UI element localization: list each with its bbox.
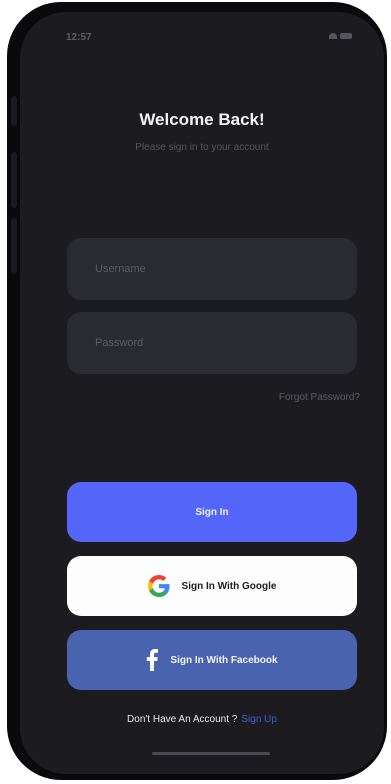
password-field[interactable] (67, 312, 357, 374)
status-icons (329, 33, 352, 39)
facebook-icon (146, 649, 159, 671)
status-time: 12:57 (66, 32, 92, 43)
facebook-sign-in-label: Sign In With Facebook (170, 654, 278, 666)
username-input[interactable] (93, 262, 337, 276)
battery-icon (340, 33, 352, 39)
phone-frame: 12:57 Welcome Back! Please sign in to yo… (7, 2, 387, 780)
password-input[interactable] (93, 336, 337, 350)
page-title: Welcome Back! (139, 110, 265, 129)
google-sign-in-label: Sign In With Google (181, 580, 277, 592)
page-subtitle: Please sign in to your account (135, 142, 269, 153)
volume-down-button (11, 218, 17, 274)
home-indicator[interactable] (152, 752, 270, 755)
volume-up-button (11, 152, 17, 208)
facebook-sign-in-button[interactable]: Sign In With Facebook (67, 630, 357, 690)
sign-up-prompt: Don't Have An Account ? Sign Up (20, 714, 384, 725)
sign-up-prompt-text: Don't Have An Account ? (127, 714, 238, 725)
mute-switch (11, 96, 17, 126)
sign-up-link[interactable]: Sign Up (241, 714, 277, 725)
google-sign-in-button[interactable]: Sign In With Google (67, 556, 357, 616)
wifi-icon (329, 33, 337, 39)
sign-in-label: Sign In (195, 506, 229, 518)
username-field[interactable] (67, 238, 357, 300)
google-icon (147, 575, 170, 597)
forgot-password-link[interactable]: Forgot Password? (279, 392, 360, 403)
app-screen: 12:57 Welcome Back! Please sign in to yo… (20, 12, 384, 774)
sign-in-button[interactable]: Sign In (67, 482, 357, 542)
